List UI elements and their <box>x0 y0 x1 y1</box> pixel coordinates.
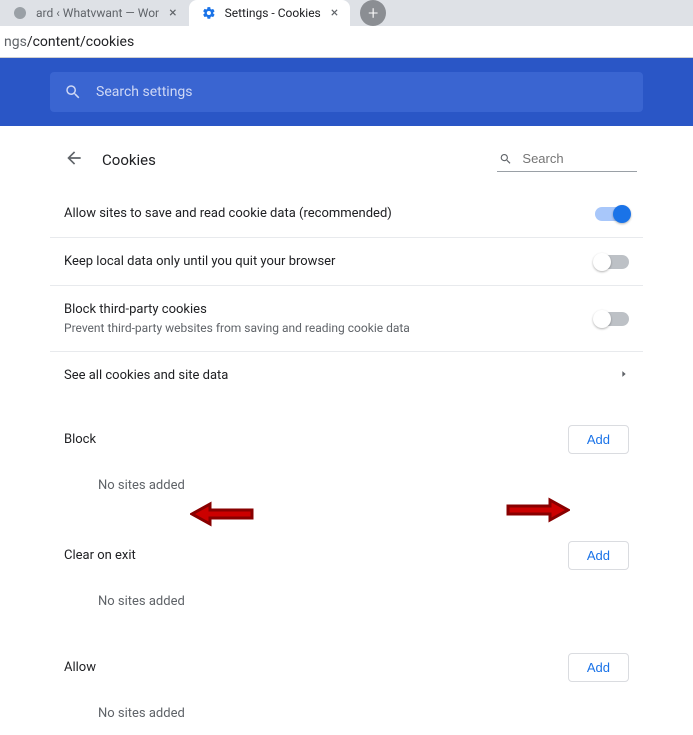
url-path: /content/cookies <box>27 34 134 50</box>
back-arrow-icon[interactable] <box>64 148 84 172</box>
address-bar[interactable]: ngs/content/cookies <box>0 26 693 58</box>
add-clear-on-exit-button[interactable]: Add <box>568 541 629 570</box>
section-title: Clear on exit <box>64 548 136 563</box>
tab-strip: ard ‹ Whatvwant — Wor × Settings - Cooki… <box>0 0 693 26</box>
tab-whatvwant[interactable]: ard ‹ Whatvwant — Wor × <box>0 0 189 26</box>
chevron-right-icon <box>619 368 629 383</box>
section-allow-header: Allow Add <box>50 623 643 692</box>
toggle-keep-local-until-quit[interactable] <box>595 255 629 269</box>
tab-settings-cookies[interactable]: Settings - Cookies × <box>189 0 351 26</box>
row-see-all-cookies[interactable]: See all cookies and site data <box>50 351 643 399</box>
cookies-panel: Cookies Allow sites to save and read coo… <box>50 126 643 735</box>
toggle-allow-save-cookies[interactable] <box>595 207 629 221</box>
close-icon[interactable]: × <box>167 6 178 20</box>
section-block-header: Block Add <box>50 399 643 464</box>
new-tab-button[interactable]: + <box>360 0 386 26</box>
panel-header: Cookies <box>50 140 643 186</box>
gear-icon <box>201 6 217 20</box>
row-block-third-party: Block third-party cookies Prevent third-… <box>50 285 643 351</box>
section-title: Allow <box>64 660 96 675</box>
search-settings-placeholder: Search settings <box>96 84 193 100</box>
tab-title: ard ‹ Whatvwant — Wor <box>36 6 159 20</box>
row-label: See all cookies and site data <box>64 368 619 383</box>
row-label: Keep local data only until you quit your… <box>64 254 595 269</box>
row-allow-save-cookies: Allow sites to save and read cookie data… <box>50 186 643 237</box>
row-label: Block third-party cookies <box>64 302 595 317</box>
page-title: Cookies <box>102 151 156 169</box>
url-host-fragment: ngs <box>4 34 27 50</box>
section-title: Block <box>64 432 96 447</box>
add-block-button[interactable]: Add <box>568 425 629 454</box>
settings-toolbar: Search settings <box>0 58 693 126</box>
row-label: Allow sites to save and read cookie data… <box>64 206 595 221</box>
section-clear-on-exit-header: Clear on exit Add <box>50 507 643 580</box>
close-icon[interactable]: × <box>329 6 340 20</box>
row-keep-local-until-quit: Keep local data only until you quit your… <box>50 237 643 285</box>
row-sublabel: Prevent third-party websites from saving… <box>64 321 595 335</box>
favicon-generic <box>12 6 28 20</box>
in-page-search-input[interactable] <box>520 150 635 167</box>
search-settings-input[interactable]: Search settings <box>50 72 643 112</box>
toggle-block-third-party[interactable] <box>595 312 629 326</box>
add-allow-button[interactable]: Add <box>568 653 629 682</box>
clear-empty-text: No sites added <box>50 580 643 623</box>
in-page-search[interactable] <box>497 148 637 172</box>
tab-title: Settings - Cookies <box>225 6 321 20</box>
search-icon <box>499 151 512 167</box>
search-icon <box>64 83 82 101</box>
block-empty-text: No sites added <box>50 464 643 507</box>
allow-empty-text: No sites added <box>50 692 643 735</box>
